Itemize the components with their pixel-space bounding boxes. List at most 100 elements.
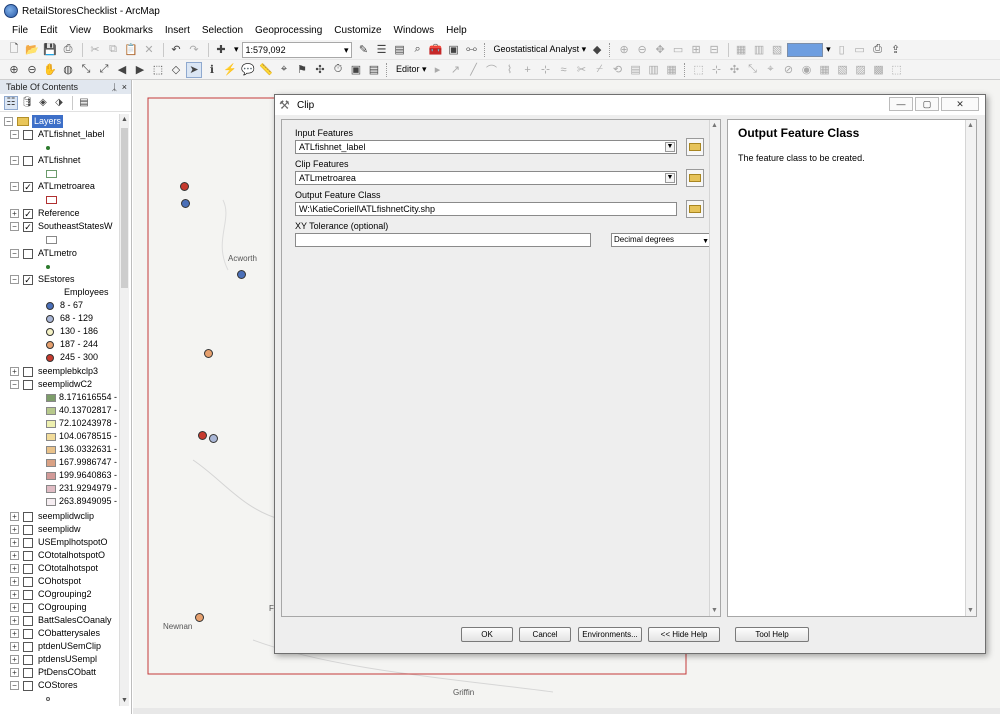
split-tool-icon[interactable]: ⌿ bbox=[592, 62, 608, 78]
sketch-properties-icon[interactable]: ▥ bbox=[646, 62, 662, 78]
layer-symbol[interactable] bbox=[46, 141, 50, 154]
select-elements-arrow-icon[interactable]: ➤ bbox=[186, 61, 202, 78]
georef-tool-4-icon[interactable]: ⤡ bbox=[745, 62, 761, 78]
legend-class[interactable]: 130 - 186 bbox=[46, 325, 98, 338]
expand-icon[interactable]: + bbox=[10, 629, 19, 638]
layout-pan-icon[interactable]: ✥ bbox=[652, 42, 668, 58]
layout-grid-icon[interactable]: ▦ bbox=[733, 42, 749, 58]
end-point-arc-icon[interactable]: ⌒ bbox=[484, 62, 500, 78]
fixed-zoom-out-icon[interactable]: ⤢ bbox=[96, 62, 112, 78]
legend-class[interactable]: 136.0332631 - 1 bbox=[46, 443, 120, 456]
layout-zoom-out-icon[interactable]: ⊖ bbox=[634, 42, 650, 58]
environments-button[interactable]: Environments... bbox=[578, 627, 642, 642]
editor-menu[interactable]: Editor ▾ bbox=[396, 64, 427, 75]
expand-icon[interactable]: + bbox=[10, 655, 19, 664]
dialog-titlebar[interactable]: ⚒ Clip — ▢ ✕ bbox=[275, 95, 985, 115]
expand-icon[interactable]: + bbox=[10, 564, 19, 573]
undo-icon[interactable]: ↶ bbox=[168, 42, 184, 58]
add-data-dropdown-arrow[interactable]: ▾ bbox=[234, 44, 239, 55]
menu-bookmarks[interactable]: Bookmarks bbox=[97, 22, 159, 40]
legend-class[interactable]: 8.171616554 - 4 bbox=[46, 391, 120, 404]
menu-insert[interactable]: Insert bbox=[159, 22, 196, 40]
store-point[interactable] bbox=[237, 270, 246, 279]
georef-tool-5-icon[interactable]: ⌖ bbox=[763, 62, 779, 78]
layer-visibility-checkbox[interactable] bbox=[23, 129, 33, 140]
scrollbar-thumb[interactable] bbox=[121, 128, 128, 288]
pin-icon[interactable]: ᛣ bbox=[112, 80, 117, 94]
layer-visibility-checkbox[interactable] bbox=[23, 537, 33, 548]
expand-icon[interactable]: + bbox=[10, 367, 19, 376]
layer-row[interactable]: + COgrouping2 bbox=[10, 588, 92, 601]
layer-row[interactable]: + seemplidw bbox=[10, 523, 81, 536]
legend-class[interactable]: 187 - 244 bbox=[46, 338, 98, 351]
georef-tool-2-icon[interactable]: ⊹ bbox=[709, 62, 725, 78]
layer-visibility-checkbox[interactable]: ✓ bbox=[23, 221, 33, 232]
legend-class[interactable]: 40.13702817 - 7 bbox=[46, 404, 120, 417]
layer-visibility-checkbox[interactable] bbox=[23, 615, 33, 626]
copy-icon[interactable]: ⧉ bbox=[105, 42, 121, 58]
layer-visibility-checkbox[interactable] bbox=[23, 563, 33, 574]
layer-row[interactable]: − COStores bbox=[10, 679, 78, 692]
find-binoculars-icon[interactable]: ⌖ bbox=[276, 62, 292, 78]
layout-export-icon[interactable]: ⇪ bbox=[888, 42, 904, 58]
toolbar-grip[interactable] bbox=[483, 42, 487, 57]
layer-row[interactable]: − seemplidwC2 bbox=[10, 378, 92, 391]
georef-tool-6-icon[interactable]: ⊘ bbox=[781, 62, 797, 78]
layer-row[interactable]: + ptdensUSempl bbox=[10, 653, 97, 666]
collapse-icon[interactable]: − bbox=[10, 275, 19, 284]
list-by-drawing-order-icon[interactable]: ☷ bbox=[4, 95, 18, 110]
scroll-up-arrow-icon[interactable]: ▲ bbox=[711, 122, 718, 129]
collapse-icon[interactable]: − bbox=[10, 681, 19, 690]
expand-icon[interactable]: + bbox=[10, 209, 19, 218]
chevron-down-icon[interactable]: ▼ bbox=[702, 236, 709, 248]
menu-geoprocessing[interactable]: Geoprocessing bbox=[249, 22, 328, 40]
layout-guides-icon[interactable]: ▥ bbox=[751, 42, 767, 58]
close-button[interactable]: ✕ bbox=[941, 97, 979, 111]
select-features-icon[interactable]: ⬚ bbox=[150, 62, 166, 78]
expand-icon[interactable]: + bbox=[10, 590, 19, 599]
legend-class[interactable]: 8 - 67 bbox=[46, 299, 83, 312]
store-point[interactable] bbox=[204, 349, 213, 358]
layer-row[interactable]: + ptdenUSemClip bbox=[10, 640, 101, 653]
expand-icon[interactable]: + bbox=[10, 538, 19, 547]
legend-class[interactable]: 72.10243978 - 1 bbox=[46, 417, 120, 430]
layout-fixed-zoom-out-icon[interactable]: ⊟ bbox=[706, 42, 722, 58]
menu-customize[interactable]: Customize bbox=[328, 22, 387, 40]
attributes-icon[interactable]: ▤ bbox=[628, 62, 644, 78]
toolbar-grip[interactable] bbox=[683, 62, 687, 77]
menu-view[interactable]: View bbox=[63, 22, 97, 40]
search-window-icon[interactable]: ⌕ bbox=[410, 42, 426, 58]
georef-tool-7-icon[interactable]: ◉ bbox=[799, 62, 815, 78]
identify-icon[interactable]: ℹ bbox=[204, 62, 220, 78]
georef-tool-9-icon[interactable]: ▧ bbox=[835, 62, 851, 78]
layer-row[interactable]: + ✓ Reference bbox=[10, 207, 80, 220]
list-by-source-icon[interactable]: 🛢 bbox=[20, 96, 34, 110]
previous-extent-icon[interactable]: ◀ bbox=[114, 62, 130, 78]
chevron-down-icon[interactable]: ▼ bbox=[665, 173, 675, 183]
layer-visibility-checkbox[interactable]: ✓ bbox=[23, 181, 33, 192]
layer-visibility-checkbox[interactable]: ✓ bbox=[23, 208, 33, 219]
menu-selection[interactable]: Selection bbox=[196, 22, 249, 40]
catalog-window-icon[interactable]: ▤ bbox=[392, 42, 408, 58]
layer-symbol[interactable] bbox=[46, 193, 57, 206]
open-folder-icon[interactable]: 📂 bbox=[24, 42, 40, 58]
chevron-down-icon[interactable]: ▼ bbox=[665, 142, 675, 152]
layer-row[interactable]: + PtDensCObatt bbox=[10, 666, 96, 679]
browse-output-button[interactable] bbox=[686, 200, 704, 218]
expand-icon[interactable]: + bbox=[10, 668, 19, 677]
expand-icon[interactable]: + bbox=[10, 616, 19, 625]
legend-class[interactable]: 167.9986747 - 1 bbox=[46, 456, 120, 469]
browse-clip-button[interactable] bbox=[686, 169, 704, 187]
layer-visibility-checkbox[interactable] bbox=[23, 511, 33, 522]
layer-visibility-checkbox[interactable] bbox=[23, 602, 33, 613]
browse-input-button[interactable] bbox=[686, 138, 704, 156]
go-to-xy-icon[interactable]: ✣ bbox=[312, 62, 328, 78]
layout-page-icon[interactable]: ▯ bbox=[834, 42, 850, 58]
menu-windows[interactable]: Windows bbox=[388, 22, 441, 40]
tool-help-button[interactable]: Tool Help bbox=[735, 627, 809, 642]
cut-polygons-icon[interactable]: ✂ bbox=[574, 62, 590, 78]
georef-tool-3-icon[interactable]: ✣ bbox=[727, 62, 743, 78]
edit-annotation-icon[interactable]: ↗ bbox=[448, 62, 464, 78]
layer-visibility-checkbox[interactable] bbox=[23, 550, 33, 561]
collapse-icon[interactable]: − bbox=[10, 222, 19, 231]
